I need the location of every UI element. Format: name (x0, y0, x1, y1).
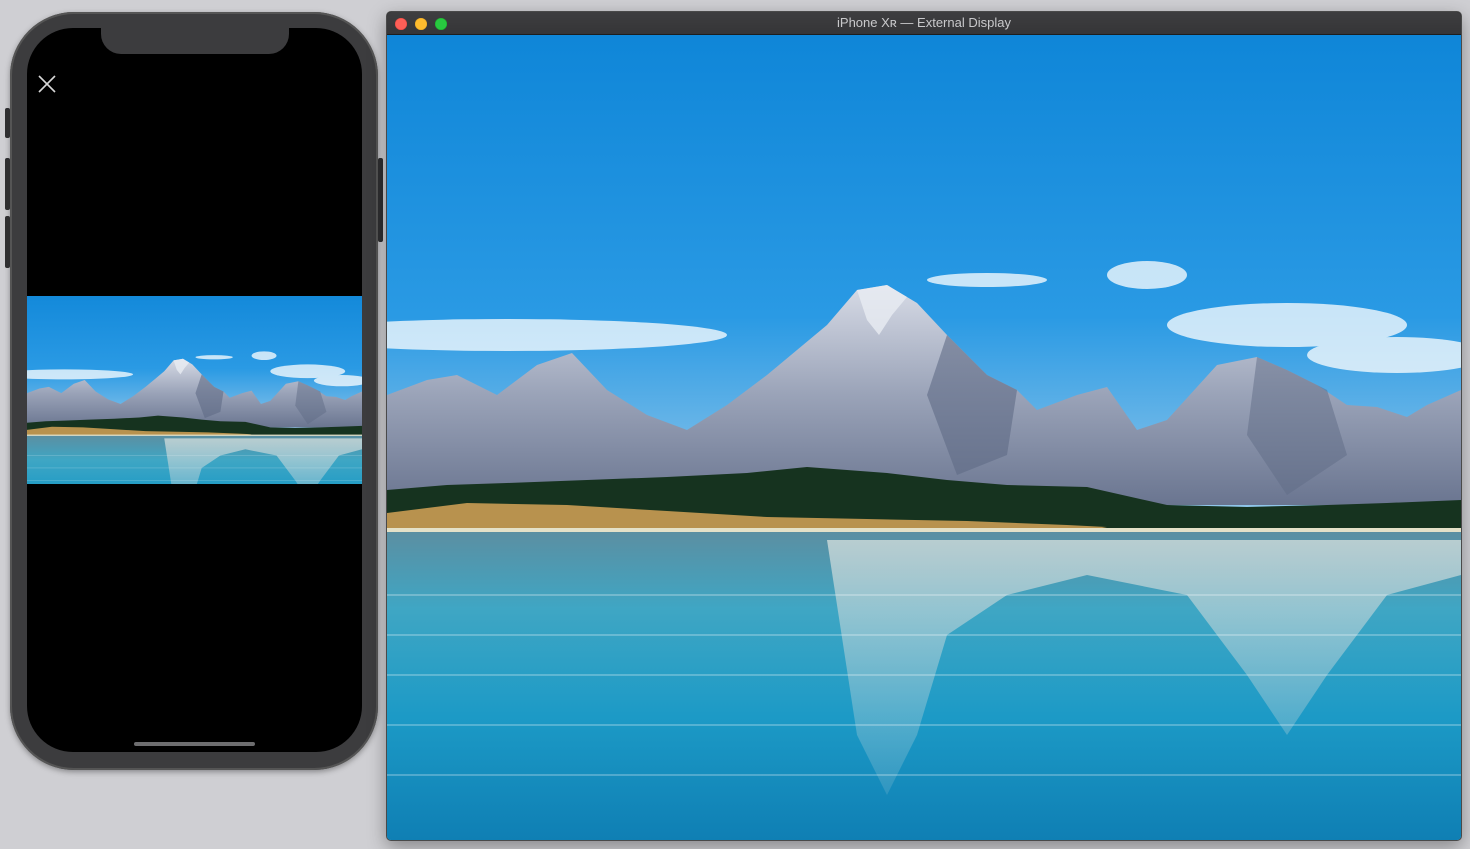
close-icon (38, 75, 56, 93)
external-display-window: iPhone Xʀ — External Display (386, 11, 1462, 841)
phone-screen (27, 28, 362, 752)
power-button (378, 158, 383, 242)
window-title: iPhone Xʀ — External Display (837, 15, 1011, 30)
volume-down-button (5, 216, 10, 268)
home-indicator (134, 742, 255, 746)
close-button[interactable] (37, 74, 57, 94)
silent-switch (5, 108, 10, 138)
title-bar[interactable]: iPhone Xʀ — External Display (387, 12, 1461, 35)
iphone-simulator (5, 12, 383, 770)
photo-thumbnail[interactable] (27, 296, 362, 484)
volume-up-button (5, 158, 10, 210)
external-display-photo (387, 35, 1461, 840)
notch (101, 28, 289, 54)
